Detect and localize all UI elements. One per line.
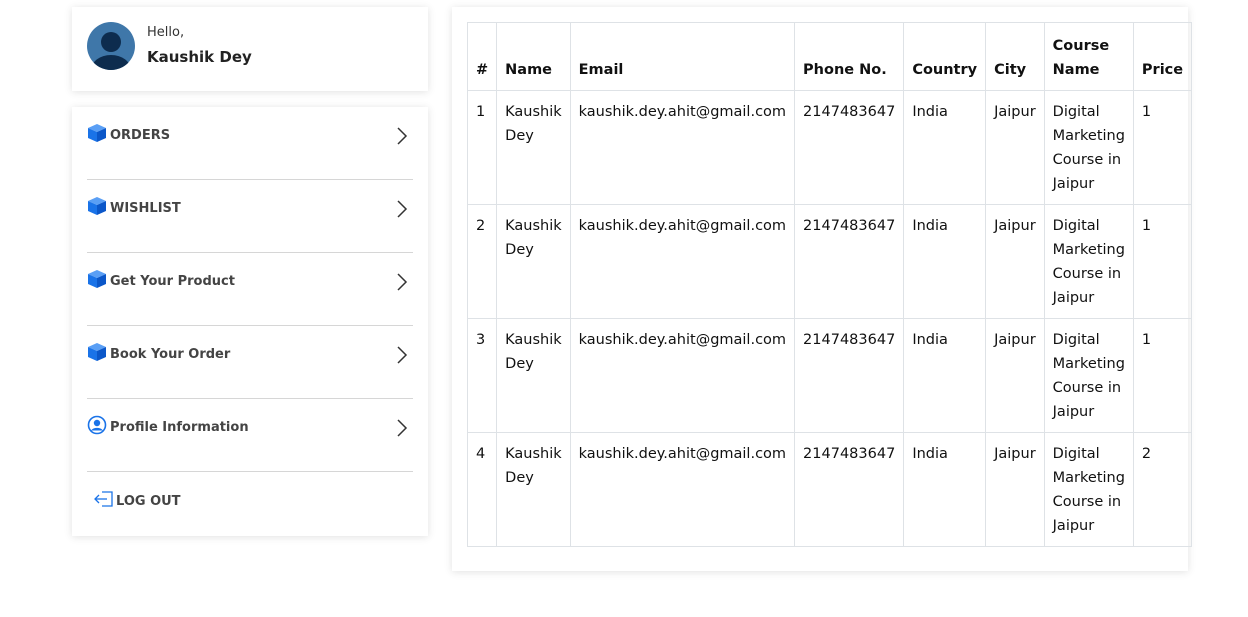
cell-country: India: [903, 432, 987, 547]
cube-icon: [88, 343, 106, 361]
table-row: 2 Kaushik Dey kaushik.dey.ahit@gmail.com…: [466, 204, 1193, 319]
cell-index: 1: [466, 90, 498, 205]
menu-item-get-your-product[interactable]: Get Your Product: [87, 253, 413, 326]
cell-price: 2: [1132, 432, 1193, 547]
menu-item-book-your-order[interactable]: Book Your Order: [87, 326, 413, 399]
menu-item-label: Get Your Product: [110, 274, 235, 289]
avatar-head: [101, 32, 121, 52]
menu-item-label: ORDERS: [110, 128, 171, 143]
chevron-right-icon: [397, 419, 408, 437]
cell-country: India: [903, 90, 987, 205]
logout-label: LOG OUT: [116, 494, 181, 509]
avatar: [87, 22, 135, 70]
orders-table-card: # Name Email Phone No. Country City Cour…: [452, 7, 1193, 571]
logout-icon: [94, 491, 113, 507]
cell-email: kaushik.dey.ahit@gmail.com: [569, 204, 796, 319]
account-menu: ORDERS WISHLIST Get Your Product Book Yo…: [72, 107, 428, 536]
cell-index: 4: [466, 432, 498, 547]
cell-email: kaushik.dey.ahit@gmail.com: [569, 318, 796, 433]
header-price: Price: [1132, 22, 1193, 91]
logout-button[interactable]: LOG OUT: [87, 487, 287, 517]
cell-city: Jaipur: [985, 432, 1045, 547]
header-phone: Phone No.: [794, 22, 905, 91]
cell-course-name: Digital Marketing Course in Jaipur: [1043, 90, 1134, 205]
cell-price: 1: [1132, 318, 1193, 433]
cell-course-name: Digital Marketing Course in Jaipur: [1043, 432, 1134, 547]
menu-item-label: Book Your Order: [110, 347, 231, 362]
header-email: Email: [569, 22, 796, 91]
user-name: Kaushik Dey: [147, 48, 252, 66]
header-country: Country: [903, 22, 987, 91]
user-circle-icon: [87, 415, 107, 435]
cell-phone: 2147483647: [794, 432, 905, 547]
header-city: City: [985, 22, 1045, 91]
cell-email: kaushik.dey.ahit@gmail.com: [569, 90, 796, 205]
table-row: 3 Kaushik Dey kaushik.dey.ahit@gmail.com…: [466, 318, 1193, 433]
cell-city: Jaipur: [985, 204, 1045, 319]
cell-course-name: Digital Marketing Course in Jaipur: [1043, 318, 1134, 433]
menu-item-label: Profile Information: [110, 420, 249, 435]
menu-item-profile-information[interactable]: Profile Information: [87, 399, 413, 472]
cube-icon: [88, 197, 106, 215]
chevron-right-icon: [397, 127, 408, 145]
cell-price: 1: [1132, 204, 1193, 319]
greeting-text: Hello,: [147, 25, 185, 40]
table-header-row: # Name Email Phone No. Country City Cour…: [466, 22, 1193, 91]
avatar-body: [91, 55, 131, 70]
menu-item-orders[interactable]: ORDERS: [87, 107, 413, 180]
cell-email: kaushik.dey.ahit@gmail.com: [569, 432, 796, 547]
cell-name: Kaushik Dey: [496, 432, 571, 547]
header-course-name: Course Name: [1043, 22, 1134, 91]
chevron-right-icon: [397, 346, 408, 364]
cell-name: Kaushik Dey: [496, 90, 571, 205]
chevron-right-icon: [397, 200, 408, 218]
header-name: Name: [496, 22, 571, 91]
profile-card: Hello, Kaushik Dey: [72, 7, 428, 91]
header-index: #: [466, 22, 498, 91]
cell-phone: 2147483647: [794, 204, 905, 319]
cell-course-name: Digital Marketing Course in Jaipur: [1043, 204, 1134, 319]
cell-city: Jaipur: [985, 90, 1045, 205]
cell-country: India: [903, 318, 987, 433]
cube-icon: [88, 124, 106, 142]
orders-table: # Name Email Phone No. Country City Cour…: [466, 22, 1193, 547]
table-row: 4 Kaushik Dey kaushik.dey.ahit@gmail.com…: [466, 432, 1193, 547]
cell-phone: 2147483647: [794, 318, 905, 433]
table-row: 1 Kaushik Dey kaushik.dey.ahit@gmail.com…: [466, 90, 1193, 205]
cell-name: Kaushik Dey: [496, 318, 571, 433]
chevron-right-icon: [397, 273, 408, 291]
cell-name: Kaushik Dey: [496, 204, 571, 319]
cell-country: India: [903, 204, 987, 319]
cell-index: 2: [466, 204, 498, 319]
menu-item-label: WISHLIST: [110, 201, 181, 216]
cube-icon: [88, 270, 106, 288]
menu-item-wishlist[interactable]: WISHLIST: [87, 180, 413, 253]
cell-phone: 2147483647: [794, 90, 905, 205]
cell-city: Jaipur: [985, 318, 1045, 433]
cell-index: 3: [466, 318, 498, 433]
cell-price: 1: [1132, 90, 1193, 205]
